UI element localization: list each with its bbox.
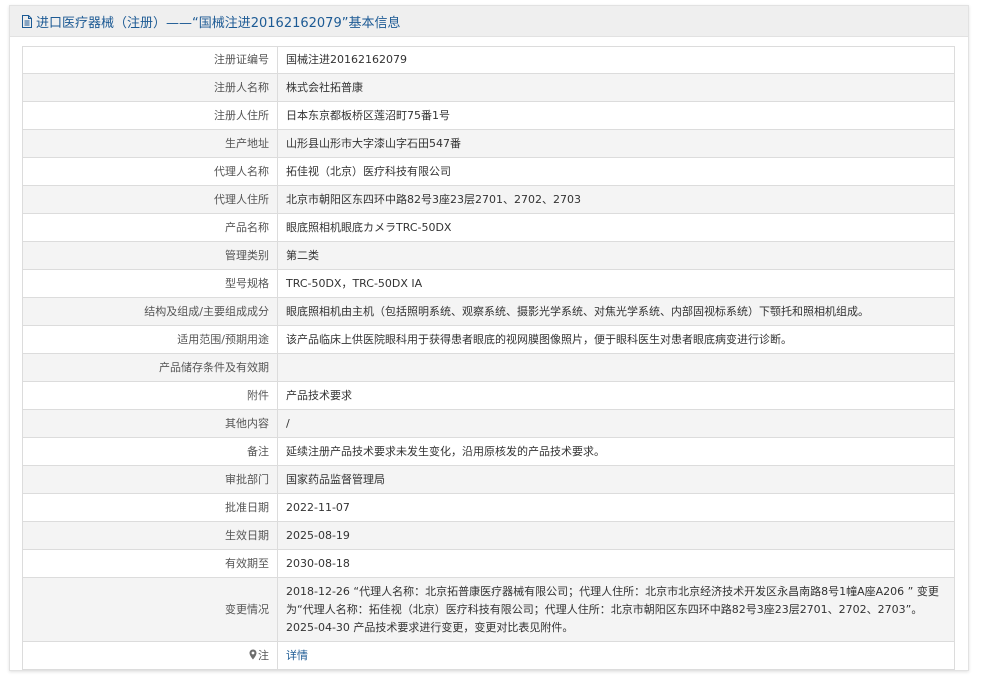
- row-value: 北京市朝阳区东四环中路82号3座23层2701、2702、2703: [277, 185, 955, 214]
- table-row: 注册人名称 株式会社拓普康: [22, 73, 955, 102]
- row-value: 该产品临床上供医院眼科用于获得患者眼底的视网膜图像照片，便于眼科医生对患者眼底病…: [277, 325, 955, 354]
- row-label: 管理类别: [22, 241, 278, 270]
- row-value: /: [277, 409, 955, 438]
- row-label: 其他内容: [22, 409, 278, 438]
- details-link[interactable]: 详情: [286, 649, 308, 662]
- record-panel: 进口医疗器械（注册）——“国械注进20162162079”基本信息 注册证编号 …: [9, 5, 969, 671]
- table-row: 结构及组成/主要组成成分 眼底照相机由主机（包括照明系统、观察系统、摄影光学系统…: [22, 297, 955, 326]
- row-label: 注册人名称: [22, 73, 278, 102]
- table-row: 代理人名称 拓佳视（北京）医疗科技有限公司: [22, 157, 955, 186]
- row-value: 2022-11-07: [277, 493, 955, 522]
- note-label: 注: [258, 648, 269, 662]
- table-row: 代理人住所 北京市朝阳区东四环中路82号3座23层2701、2702、2703: [22, 185, 955, 214]
- row-label: 型号规格: [22, 269, 278, 298]
- row-label: 产品储存条件及有效期: [22, 353, 278, 382]
- row-label: 适用范围/预期用途: [22, 325, 278, 354]
- table-row: 适用范围/预期用途 该产品临床上供医院眼科用于获得患者眼底的视网膜图像照片，便于…: [22, 325, 955, 354]
- table-row: 注册证编号 国械注进20162162079: [22, 46, 955, 74]
- panel-header: 进口医疗器械（注册）——“国械注进20162162079”基本信息: [10, 6, 968, 37]
- row-value: 2030-08-18: [277, 549, 955, 578]
- row-value: 2018-12-26 “代理人名称：北京拓普康医疗器械有限公司；代理人住所：北京…: [277, 577, 955, 642]
- table-row: 管理类别 第二类: [22, 241, 955, 270]
- table-row: 附件 产品技术要求: [22, 381, 955, 410]
- row-label: 批准日期: [22, 493, 278, 522]
- page-title: 进口医疗器械（注册）——“国械注进20162162079”基本信息: [36, 15, 401, 31]
- row-value: 2025-08-19: [277, 521, 955, 550]
- table-row: 产品名称 眼底照相机眼底カメラTRC-50DX: [22, 213, 955, 242]
- row-value: 山形县山形市大字漆山字石田547番: [277, 129, 955, 158]
- table-row: 备注 延续注册产品技术要求未发生变化，沿用原核发的产品技术要求。: [22, 437, 955, 466]
- row-value: 国家药品监督管理局: [277, 465, 955, 494]
- table-row: 其他内容 /: [22, 409, 955, 438]
- row-value: 第二类: [277, 241, 955, 270]
- location-pin-icon: [249, 649, 257, 659]
- row-value: 延续注册产品技术要求未发生变化，沿用原核发的产品技术要求。: [277, 437, 955, 466]
- table-row: 审批部门 国家药品监督管理局: [22, 465, 955, 494]
- row-value: 产品技术要求: [277, 381, 955, 410]
- table-row: 有效期至 2030-08-18: [22, 549, 955, 578]
- row-value: [277, 353, 955, 382]
- row-value: TRC-50DX，TRC-50DX IA: [277, 269, 955, 298]
- table-row: 变更情况 2018-12-26 “代理人名称：北京拓普康医疗器械有限公司；代理人…: [22, 577, 955, 642]
- row-label: 代理人住所: [22, 185, 278, 214]
- row-label: 注册证编号: [22, 46, 278, 74]
- row-label: 注册人住所: [22, 101, 278, 130]
- table-row: 产品储存条件及有效期: [22, 353, 955, 382]
- row-value: 国械注进20162162079: [277, 46, 955, 74]
- row-label: 结构及组成/主要组成成分: [22, 297, 278, 326]
- note-label-cell: 注: [22, 641, 278, 670]
- table-row: 批准日期 2022-11-07: [22, 493, 955, 522]
- table-row: 生产地址 山形县山形市大字漆山字石田547番: [22, 129, 955, 158]
- row-label: 变更情况: [22, 577, 278, 642]
- table-row: 生效日期 2025-08-19: [22, 521, 955, 550]
- row-label: 产品名称: [22, 213, 278, 242]
- table-row: 注册人住所 日本东京都板桥区莲沼町75番1号: [22, 101, 955, 130]
- row-value: 眼底照相机眼底カメラTRC-50DX: [277, 213, 955, 242]
- row-value: 株式会社拓普康: [277, 73, 955, 102]
- row-label: 生效日期: [22, 521, 278, 550]
- row-value: 拓佳视（北京）医疗科技有限公司: [277, 157, 955, 186]
- row-label: 审批部门: [22, 465, 278, 494]
- row-label: 代理人名称: [22, 157, 278, 186]
- row-label: 生产地址: [22, 129, 278, 158]
- table-row: 型号规格 TRC-50DX，TRC-50DX IA: [22, 269, 955, 298]
- table-row: 注 详情: [22, 641, 955, 670]
- document-icon: [22, 14, 32, 28]
- row-value: 眼底照相机由主机（包括照明系统、观察系统、摄影光学系统、对焦光学系统、内部固视标…: [277, 297, 955, 326]
- note-value-cell: 详情: [277, 641, 955, 670]
- row-label: 附件: [22, 381, 278, 410]
- row-value: 日本东京都板桥区莲沼町75番1号: [277, 101, 955, 130]
- row-label: 有效期至: [22, 549, 278, 578]
- row-label: 备注: [22, 437, 278, 466]
- info-table: 注册证编号 国械注进20162162079 注册人名称 株式会社拓普康 注册人住…: [22, 46, 955, 670]
